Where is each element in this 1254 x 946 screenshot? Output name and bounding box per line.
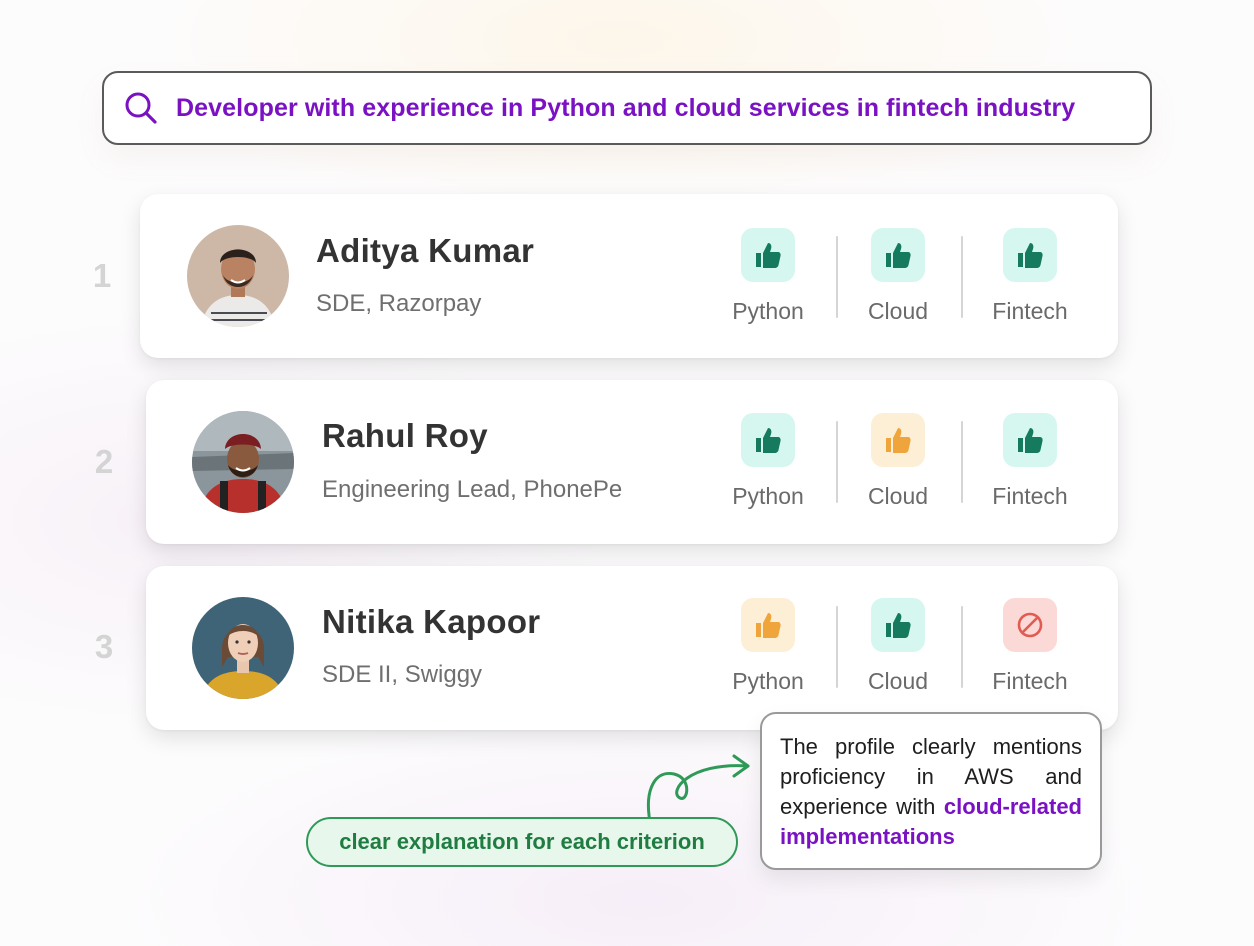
search-bar[interactable]: Developer with experience in Python and … <box>102 71 1152 145</box>
candidate-card[interactable]: Aditya Kumar SDE, Razorpay Python Cloud … <box>140 194 1118 358</box>
criterion-python: Python <box>713 228 823 325</box>
thumbs-up-icon <box>886 613 911 638</box>
criterion-cloud: Cloud <box>843 228 953 325</box>
thumbs-up-icon <box>1018 428 1043 453</box>
explanation-tooltip: The profile clearly mentions proficiency… <box>760 712 1102 870</box>
thumbs-up-icon <box>1018 243 1043 268</box>
prohibited-icon <box>1017 612 1043 638</box>
divider <box>961 421 963 503</box>
candidate-name[interactable]: Aditya Kumar <box>316 232 534 270</box>
candidate-name[interactable]: Rahul Roy <box>322 417 488 455</box>
criterion-status-badge <box>1003 598 1057 652</box>
criterion-status-badge <box>741 228 795 282</box>
criterion-status-badge <box>1003 228 1057 282</box>
divider <box>836 606 838 688</box>
criterion-fintech: Fintech <box>975 228 1085 325</box>
candidate-role: Engineering Lead, PhonePe <box>322 476 623 503</box>
search-icon <box>125 92 157 124</box>
thumbs-up-icon <box>756 428 781 453</box>
criterion-label: Fintech <box>992 668 1068 694</box>
criterion-python: Python <box>713 598 823 695</box>
thumbs-up-icon <box>756 243 781 268</box>
criterion-cloud: Cloud <box>843 413 953 510</box>
divider <box>836 236 838 318</box>
candidate-name[interactable]: Nitika Kapoor <box>322 603 540 641</box>
explanation-text: The profile clearly mentions proficiency… <box>780 732 1082 852</box>
rank-number: 2 <box>94 443 114 480</box>
criterion-python: Python <box>713 413 823 510</box>
thumbs-up-icon <box>886 428 911 453</box>
criterion-label: Python <box>732 483 804 509</box>
thumbs-up-icon <box>756 613 781 638</box>
criterion-status-badge[interactable] <box>871 598 925 652</box>
criterion-status-badge <box>741 598 795 652</box>
candidate-role: SDE II, Swiggy <box>322 661 483 688</box>
criterion-label: Cloud <box>867 298 929 324</box>
avatar <box>192 597 294 699</box>
criterion-fintech: Fintech <box>975 598 1085 695</box>
candidate-role: SDE, Razorpay <box>316 290 482 317</box>
criterion-label: Cloud <box>867 668 929 694</box>
candidate-card[interactable]: Nitika Kapoor SDE II, Swiggy Python Clou… <box>146 566 1118 730</box>
criterion-label: Python <box>732 298 804 324</box>
criterion-label: Cloud <box>867 483 929 509</box>
criterion-label: Fintech <box>992 483 1068 509</box>
criterion-status-badge <box>871 228 925 282</box>
divider <box>836 421 838 503</box>
avatar <box>192 411 294 513</box>
divider <box>961 236 963 318</box>
thumbs-up-icon <box>886 243 911 268</box>
rank-number: 3 <box>94 628 114 665</box>
criterion-status-badge <box>1003 413 1057 467</box>
annotation-label: clear explanation for each criterion <box>306 817 738 867</box>
criterion-label: Fintech <box>992 298 1068 324</box>
criterion-status-badge <box>871 413 925 467</box>
criterion-cloud[interactable]: Cloud <box>843 598 953 695</box>
rank-number: 1 <box>92 257 112 294</box>
annotation-label-text: clear explanation for each criterion <box>339 829 705 854</box>
search-query-text: Developer with experience in Python and … <box>176 93 1076 122</box>
avatar <box>187 225 289 327</box>
candidate-card[interactable]: Rahul Roy Engineering Lead, PhonePe Pyth… <box>146 380 1118 544</box>
criterion-label: Python <box>732 668 804 694</box>
criterion-fintech: Fintech <box>975 413 1085 510</box>
divider <box>961 606 963 688</box>
criterion-status-badge <box>741 413 795 467</box>
